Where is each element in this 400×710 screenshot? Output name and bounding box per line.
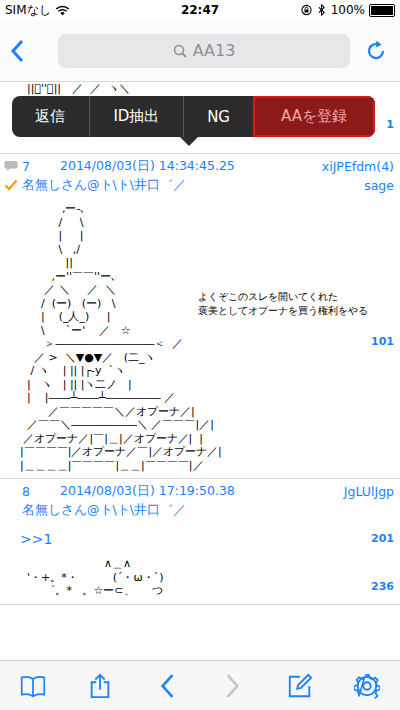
post-body: >>1 ∧＿∧ '・+。*・ (´・ω・`) ゜。* 。☆ー⊂、 つ (0, 521, 400, 604)
aa-line: |￣￣￣￣|／オプーナ／￣|／オプーナ／| (20, 445, 400, 459)
screen: SIMなし 22:47 100% AA13 ||ﾞ''ﾞ|| ／ ／ ヽ＼ 7 … (0, 0, 400, 710)
back-icon (154, 673, 180, 699)
toolbar-button[interactable] (213, 666, 253, 706)
back-chevron-icon[interactable] (10, 39, 24, 63)
aa-line: ゜。* 。☆ー⊂、 つ (20, 584, 400, 598)
toolbar (0, 660, 400, 710)
aa-line: ／￣￣＼――――――＼ ／￣￣￣|／| (20, 418, 400, 432)
aa-caption: よくぞこのスレを開いてくれた褒美としてオプーナを買う権利をやる (198, 290, 368, 318)
caption-line: 褒美としてオプーナを買う権利をやる (198, 304, 368, 318)
book-icon (20, 673, 46, 699)
post-id[interactable]: JgLUlJgp (344, 484, 394, 499)
toolbar-button[interactable] (347, 666, 387, 706)
aa-line: |＿＿＿＿|￣￣￣￣|＿＿|￣￣￣￣|／ (20, 459, 400, 473)
aa-line: ∧＿∧ (20, 557, 400, 571)
aa-line: ／オプーナ／|￣|＿|／オプーナ／| | (20, 432, 400, 446)
post-body: ,ー‐､ / \ | | \ ,/ || ,ー''￣￣''ー､ ／ ＼ ／ ＼ … (0, 196, 400, 478)
battery-icon (369, 4, 395, 17)
share-icon (87, 673, 113, 699)
line-marker: 101 (371, 335, 394, 348)
aa-line: \ `ー' ／ ☆ (20, 324, 400, 338)
line-marker: 1 (386, 118, 394, 131)
post-date: 2014/08/03(日) 17:19:50.38 (60, 483, 235, 500)
line-marker: 201 (371, 532, 394, 545)
carrier: SIMなし (5, 2, 51, 19)
bluetooth-icon (316, 4, 327, 16)
aa-line: | ヽ | || |ヽ二ノ | (20, 378, 400, 392)
clock: 22:47 (181, 3, 219, 17)
aa-line: / ヽ | || |┌-y `ヽ (20, 364, 400, 378)
aa-line: ／ > ＼▼●▼／ (二_ヽ (20, 351, 400, 365)
toolbar-button[interactable] (80, 666, 120, 706)
wifi-icon (55, 5, 70, 16)
post-header: 8 2014/08/03(日) 17:19:50.38 JgLUlJgp 名無し… (0, 479, 400, 521)
menu-arrow (180, 137, 198, 146)
search-placeholder: AA13 (193, 41, 236, 60)
post-number[interactable]: 7 (22, 159, 30, 174)
rotation-lock-icon (301, 4, 312, 16)
aa-line: ／￣￣￣￣￣＼／オプーナ／| (20, 405, 400, 419)
post-date: 2014/08/03(日) 14:34:45.25 (60, 158, 235, 175)
ascii-art: ,ー‐､ / \ | | \ ,/ || ,ー''￣￣''ー､ ／ ＼ ／ ＼ … (20, 202, 400, 472)
nav-bar: AA13 (0, 20, 400, 82)
thread-content[interactable]: ||ﾞ''ﾞ|| ／ ／ ヽ＼ 7 2014/08/03(日) 14:34:45… (0, 82, 400, 660)
checkmark-icon (4, 179, 18, 191)
aa-line: ||ﾞ''ﾞ|| ／ ／ ヽ＼ (20, 82, 400, 96)
aa-line: '・+。*・ (´・ω・`) (20, 571, 400, 585)
replies-bubble-icon[interactable] (4, 160, 18, 172)
ascii-art: ∧＿∧ '・+。*・ (´・ω・`) ゜。* 。☆ー⊂、 つ (20, 557, 400, 598)
forward-icon (220, 673, 246, 699)
post-mail: sage (364, 178, 394, 193)
toolbar-button[interactable] (13, 666, 53, 706)
compose-icon (287, 673, 313, 699)
refresh-icon[interactable] (364, 39, 388, 63)
aa-line: | |――┴――┴――――― ／ (20, 391, 400, 405)
menu-item[interactable]: ID抽出 (89, 96, 183, 137)
post[interactable]: 7 2014/08/03(日) 14:34:45.25 xiJPEfdm(4) … (0, 154, 400, 479)
post-header: 7 2014/08/03(日) 14:34:45.25 xiJPEfdm(4) … (0, 154, 400, 196)
post[interactable]: 8 2014/08/03(日) 17:19:50.38 JgLUlJgp 名無し… (0, 479, 400, 605)
aa-line: ,ー‐､ (20, 202, 400, 216)
aa-line: | | (20, 229, 400, 243)
gear-icon (354, 673, 380, 699)
caption-line: よくぞこのスレを開いてくれた (198, 290, 368, 304)
aa-line: ,ー''￣￣''ー､ (20, 270, 400, 284)
post-id[interactable]: xiJPEfdm(4) (322, 159, 394, 174)
menu-item[interactable]: AAを登録 (253, 96, 375, 137)
search-icon (173, 44, 187, 58)
aa-line: || (20, 256, 400, 270)
aa-line: ＞―――――――――＜ ／ (20, 337, 400, 351)
context-menu: 返信ID抽出NGAAを登録 (12, 96, 375, 137)
aa-line: / \ (20, 216, 400, 230)
reply-link[interactable]: >>1 (20, 527, 400, 557)
status-bar: SIMなし 22:47 100% (0, 0, 400, 20)
aa-line: \ ,/ (20, 243, 400, 257)
menu-item[interactable]: 返信 (12, 96, 89, 137)
post-name: 名無しさん@ト\ト\井口゛／ (22, 502, 186, 519)
battery-percent: 100% (331, 3, 365, 17)
toolbar-button[interactable] (280, 666, 320, 706)
toolbar-button[interactable] (147, 666, 187, 706)
line-marker: 236 (371, 580, 394, 593)
post-number[interactable]: 8 (22, 484, 30, 499)
search-field[interactable]: AA13 (58, 34, 350, 68)
post-name: 名無しさん@ト\ト\井口゛／ (22, 177, 186, 194)
menu-item[interactable]: NG (183, 96, 253, 137)
